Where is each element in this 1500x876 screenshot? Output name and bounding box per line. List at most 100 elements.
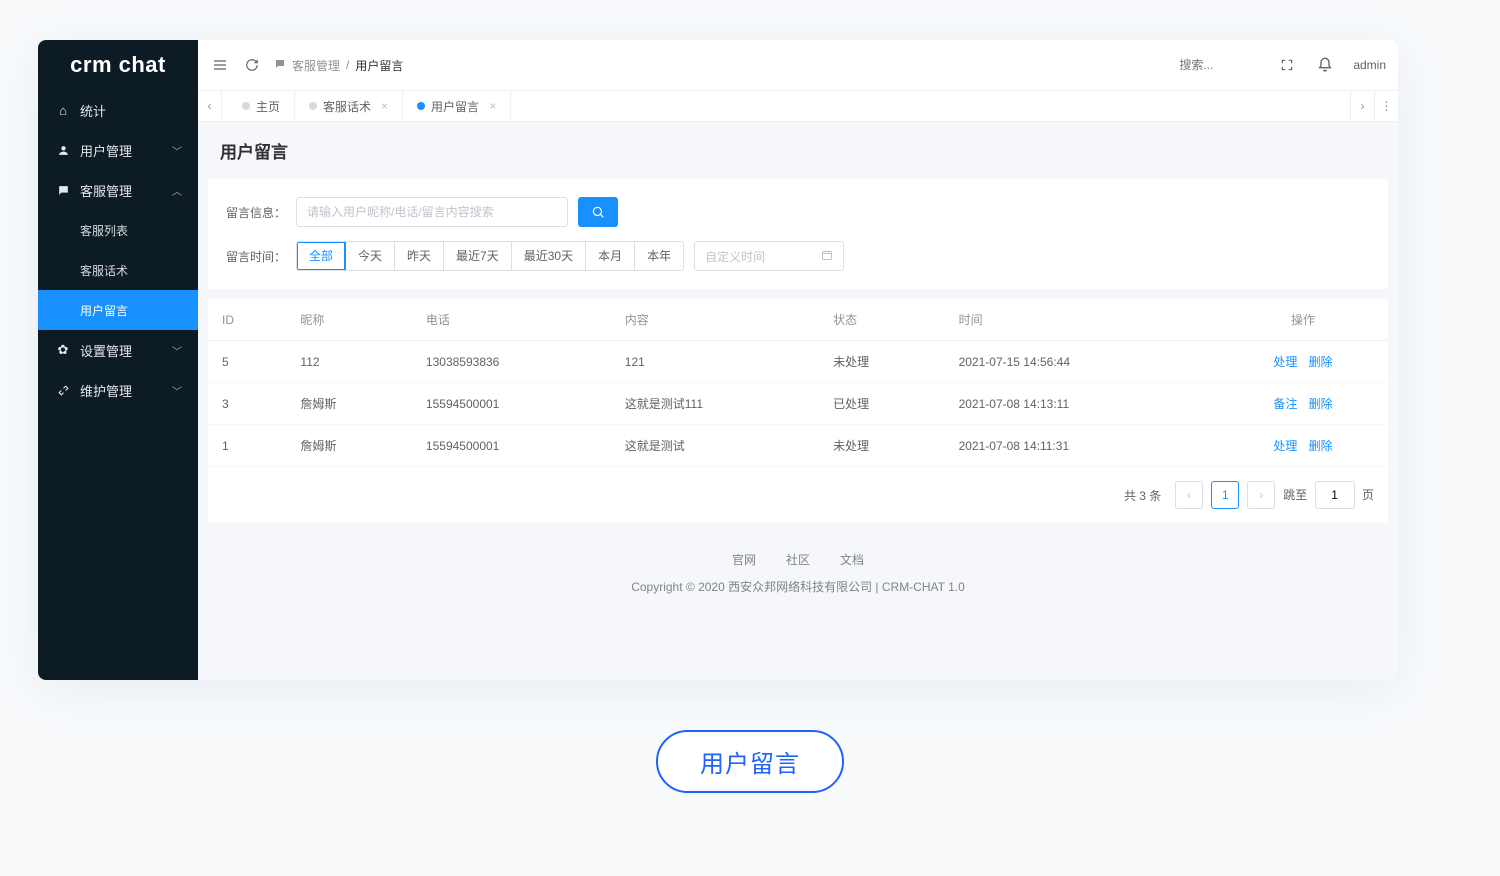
- cell-phone: 15594500001: [412, 425, 611, 467]
- page-title: 用户留言: [208, 122, 1388, 179]
- calendar-icon: [821, 249, 833, 264]
- subnav-user-messages[interactable]: 用户留言: [38, 290, 198, 330]
- search-icon: [591, 205, 605, 219]
- feature-pill[interactable]: 用户留言: [656, 730, 844, 793]
- tab-dot-icon: [417, 102, 425, 110]
- cell-id: 1: [208, 425, 286, 467]
- tab-close-icon[interactable]: ×: [381, 99, 388, 113]
- col-time: 时间: [945, 299, 1218, 341]
- footer-link-docs[interactable]: 文档: [840, 551, 864, 568]
- cell-nick: 112: [286, 341, 412, 383]
- cell-time: 2021-07-15 14:56:44: [945, 341, 1218, 383]
- nav-maintenance[interactable]: 维护管理 ﹀: [38, 370, 198, 410]
- breadcrumb-sep: /: [346, 58, 349, 72]
- seg-this-month[interactable]: 本月: [586, 242, 635, 270]
- filter-row-keyword: 留言信息：: [226, 197, 1370, 227]
- col-status: 状态: [819, 299, 945, 341]
- time-label: 留言时间：: [226, 248, 286, 265]
- cell-content: 这就是测试111: [611, 383, 819, 425]
- chevron-up-icon: ︿: [172, 183, 182, 198]
- gear-icon: ✿: [54, 342, 72, 358]
- op-handle[interactable]: 处理: [1273, 355, 1297, 369]
- nav-label: 用户管理: [80, 141, 172, 160]
- seg-yesterday[interactable]: 昨天: [395, 242, 444, 270]
- nav-user-mgmt[interactable]: 用户管理 ﹀: [38, 130, 198, 170]
- user-icon: [54, 144, 72, 157]
- jump-input[interactable]: [1315, 481, 1355, 509]
- pagination-prev[interactable]: ‹: [1175, 481, 1203, 509]
- tab-label: 用户留言: [431, 98, 479, 115]
- bell-icon[interactable]: [1315, 57, 1335, 73]
- cell-time: 2021-07-08 14:11:31: [945, 425, 1218, 467]
- tab-home[interactable]: 主页: [228, 91, 295, 121]
- op-note[interactable]: 备注: [1273, 397, 1297, 411]
- menu-toggle-icon[interactable]: [210, 57, 230, 73]
- app-window: crm chat ⌂ 统计 用户管理 ﹀ 客服管理 ︿ 客服列表 客服话术 用户…: [38, 40, 1398, 680]
- subnav-service-list[interactable]: 客服列表: [38, 210, 198, 250]
- nav-label: 统计: [80, 101, 182, 120]
- refresh-icon[interactable]: [242, 58, 262, 72]
- col-nick: 昵称: [286, 299, 412, 341]
- tabs-next-button[interactable]: ›: [1350, 91, 1374, 121]
- footer-link-site[interactable]: 官网: [732, 551, 756, 568]
- op-handle[interactable]: 处理: [1273, 439, 1297, 453]
- date-placeholder: 自定义时间: [705, 248, 765, 265]
- footer-copyright: Copyright © 2020 西安众邦网络科技有限公司 | CRM-CHAT…: [208, 578, 1388, 595]
- cell-ops: 处理 删除: [1218, 425, 1388, 467]
- tab-service-script[interactable]: 客服话术 ×: [295, 91, 403, 121]
- seg-all[interactable]: 全部: [297, 242, 346, 270]
- footer-links: 官网 社区 文档: [208, 551, 1388, 568]
- nav-service-mgmt[interactable]: 客服管理 ︿: [38, 170, 198, 210]
- pagination-jump: 跳至 页: [1283, 481, 1374, 509]
- main-area: 客服管理 / 用户留言 admin ‹: [198, 40, 1398, 680]
- pagination-next[interactable]: ›: [1247, 481, 1275, 509]
- nav-statistics[interactable]: ⌂ 统计: [38, 90, 198, 130]
- topbar: 客服管理 / 用户留言 admin: [198, 40, 1398, 90]
- footer-link-community[interactable]: 社区: [786, 551, 810, 568]
- current-user[interactable]: admin: [1353, 58, 1386, 72]
- nav-settings[interactable]: ✿ 设置管理 ﹀: [38, 330, 198, 370]
- breadcrumb: 客服管理 / 用户留言: [274, 57, 403, 74]
- filter-row-time: 留言时间： 全部 今天 昨天 最近7天 最近30天 本月 本年 自定义时间: [226, 241, 1370, 271]
- chevron-down-icon: ﹀: [172, 343, 182, 358]
- cell-content: 这就是测试: [611, 425, 819, 467]
- chat-icon: [274, 58, 286, 73]
- seg-last7[interactable]: 最近7天: [444, 242, 512, 270]
- custom-date-input[interactable]: 自定义时间: [694, 241, 844, 271]
- cell-nick: 詹姆斯: [286, 425, 412, 467]
- tabs-prev-button[interactable]: ‹: [198, 91, 222, 121]
- table-card: ID 昵称 电话 内容 状态 时间 操作 5 112: [208, 299, 1388, 523]
- breadcrumb-item[interactable]: 客服管理: [292, 57, 340, 74]
- fullscreen-icon[interactable]: [1277, 58, 1297, 72]
- cell-id: 5: [208, 341, 286, 383]
- nav-label: 客服管理: [80, 181, 172, 200]
- cell-status: 已处理: [819, 383, 945, 425]
- jump-label-before: 跳至: [1283, 488, 1307, 502]
- pagination: 共 3 条 ‹ 1 › 跳至 页: [208, 467, 1388, 523]
- home-icon: ⌂: [54, 103, 72, 118]
- op-delete[interactable]: 删除: [1309, 397, 1333, 411]
- seg-today[interactable]: 今天: [346, 242, 395, 270]
- seg-last30[interactable]: 最近30天: [512, 242, 586, 270]
- tab-label: 主页: [256, 98, 280, 115]
- pagination-page-1[interactable]: 1: [1211, 481, 1239, 509]
- messages-table: ID 昵称 电话 内容 状态 时间 操作 5 112: [208, 299, 1388, 467]
- subnav-service-script[interactable]: 客服话术: [38, 250, 198, 290]
- cell-ops: 处理 删除: [1218, 341, 1388, 383]
- content: 用户留言 留言信息： 留言时间： 全部 今天 昨天 最近7天: [198, 122, 1398, 680]
- keyword-input[interactable]: [296, 197, 568, 227]
- nav-label: 维护管理: [80, 381, 172, 400]
- table-row: 3 詹姆斯 15594500001 这就是测试111 已处理 2021-07-0…: [208, 383, 1388, 425]
- op-delete[interactable]: 删除: [1309, 439, 1333, 453]
- filter-card: 留言信息： 留言时间： 全部 今天 昨天 最近7天 最近30天 本月: [208, 179, 1388, 289]
- tab-user-messages[interactable]: 用户留言 ×: [403, 91, 511, 121]
- global-search-input[interactable]: [1179, 58, 1259, 72]
- op-delete[interactable]: 删除: [1309, 355, 1333, 369]
- seg-this-year[interactable]: 本年: [635, 242, 683, 270]
- cell-phone: 15594500001: [412, 383, 611, 425]
- search-button[interactable]: [578, 197, 618, 227]
- tab-dot-icon: [242, 102, 250, 110]
- tabs-menu-button[interactable]: ⋮: [1374, 91, 1398, 121]
- tab-close-icon[interactable]: ×: [489, 99, 496, 113]
- time-segment-group: 全部 今天 昨天 最近7天 最近30天 本月 本年: [296, 241, 684, 271]
